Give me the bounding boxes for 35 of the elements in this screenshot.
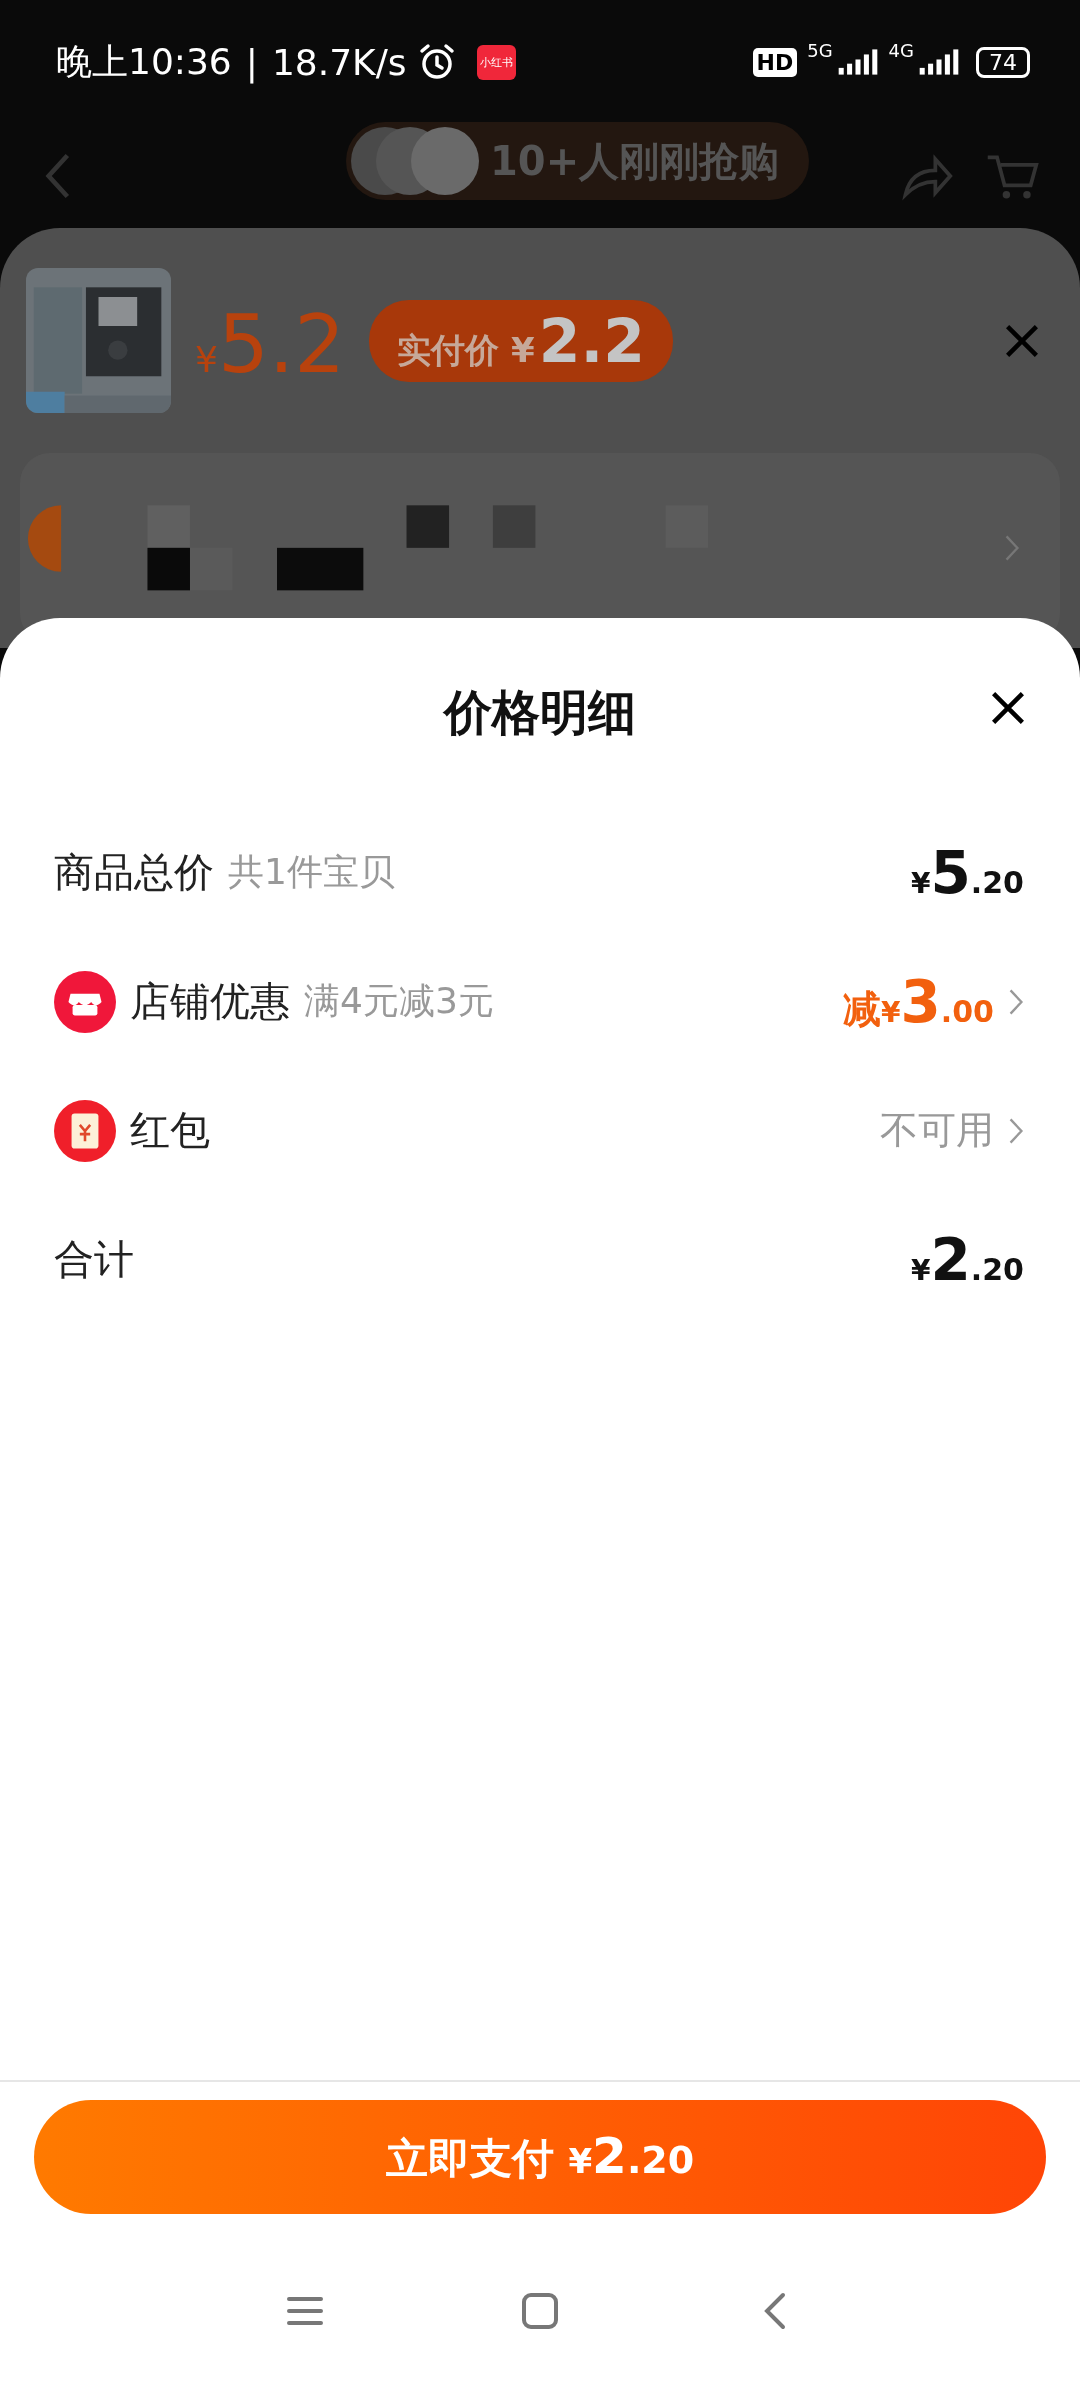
status-separator: |: [244, 41, 259, 83]
paid-price: 2.2: [538, 305, 645, 376]
envelope-icon: [54, 1099, 116, 1162]
home-icon[interactable]: [520, 2291, 560, 2331]
avatar-icon: [350, 126, 480, 196]
row-label: 合计: [54, 1235, 134, 1284]
row-label: 店铺优惠: [130, 977, 290, 1026]
signal-icon: [836, 49, 879, 75]
hd-badge: HD: [752, 47, 798, 77]
pay-button[interactable]: 立即支付 ¥2.20: [34, 2100, 1046, 2214]
chevron-icon[interactable]: [1008, 987, 1024, 1016]
app-badge: 小红书: [476, 44, 516, 80]
row-label: 商品总价: [54, 848, 214, 897]
product-price: 5.2: [217, 298, 346, 391]
network-label: 4G: [888, 40, 914, 61]
row-amount: ¥5.20: [911, 838, 1024, 907]
network-speed: 18.7K/s: [271, 41, 407, 83]
row-amount: ¥2.20: [911, 1225, 1024, 1294]
buyers-note: 10+人刚刚抢购: [490, 136, 780, 186]
row-status: 不可用: [880, 1107, 994, 1154]
row-amount: 减¥3.00: [843, 967, 994, 1036]
chevron-icon: [1004, 534, 1020, 562]
paid-price-label: 实付价 ¥: [397, 328, 535, 372]
battery-level: 74: [976, 46, 1030, 78]
row-label: 红包: [130, 1106, 210, 1155]
shop-icon: [54, 970, 116, 1033]
row-note: 共1件宝贝: [228, 850, 395, 894]
row-note: 满4元减3元: [304, 979, 494, 1023]
close-icon[interactable]: [990, 690, 1026, 726]
chevron-icon[interactable]: [1008, 1116, 1024, 1145]
network-label: 5G: [807, 40, 833, 61]
sheet-title: 价格明细: [444, 683, 636, 742]
currency-sign: ¥: [195, 339, 218, 380]
signal-icon: [918, 49, 960, 75]
status-time: 晚上10:36: [56, 39, 232, 84]
